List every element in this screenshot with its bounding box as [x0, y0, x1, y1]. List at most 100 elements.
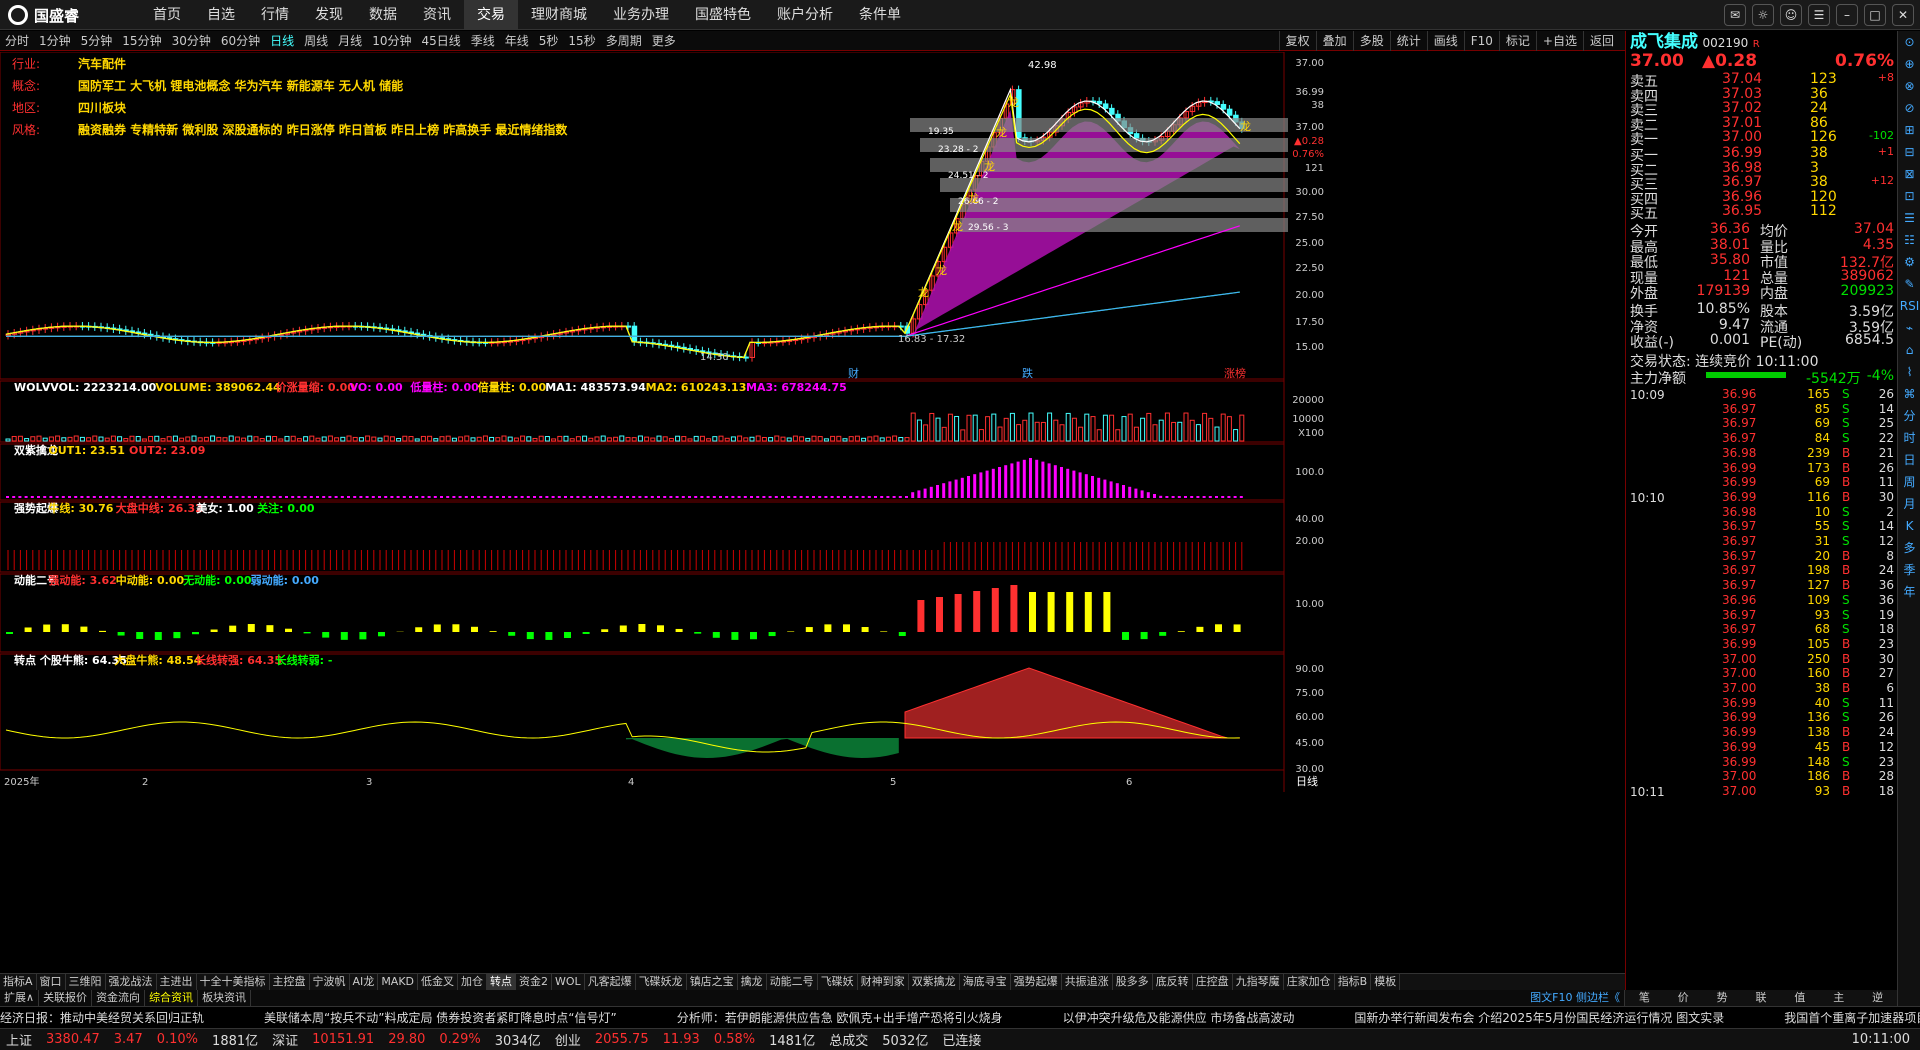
close-icon[interactable]: ✕ — [1892, 4, 1914, 26]
side-tab-16[interactable]: ⌘ — [1898, 383, 1920, 405]
indicator-tab-1[interactable]: 窗口 — [37, 974, 66, 990]
quote-tab-5[interactable]: 主 — [1819, 990, 1858, 1006]
side-tab-18[interactable]: 时 — [1898, 427, 1920, 449]
indicator-tab-19[interactable]: 动能二号 — [767, 974, 818, 990]
side-tab-3[interactable]: ⊘ — [1898, 97, 1920, 119]
indicator-tab-17[interactable]: 镇店之宝 — [687, 974, 738, 990]
side-tab-21[interactable]: 月 — [1898, 493, 1920, 515]
indicator-tab-26[interactable]: 股多多 — [1113, 974, 1153, 990]
minimize-icon[interactable]: – — [1836, 4, 1858, 26]
period-3[interactable]: 15分钟 — [117, 32, 166, 49]
side-tab-2[interactable]: ⊗ — [1898, 75, 1920, 97]
indicator-tab-0[interactable]: 指标A — [0, 974, 37, 990]
menu-6[interactable]: 交易 — [464, 0, 518, 30]
indicator-tab-3[interactable]: 强龙战法 — [106, 974, 157, 990]
side-tab-12[interactable]: RSI — [1898, 295, 1920, 317]
indicator-tab-25[interactable]: 共振追涨 — [1062, 974, 1113, 990]
indicator-tab-16[interactable]: 飞碟妖龙 — [636, 974, 687, 990]
indicator-tab-5[interactable]: 十全十美指标 — [197, 974, 270, 990]
menu-0[interactable]: 首页 — [140, 0, 194, 30]
indicator-tab-20[interactable]: 飞碟妖 — [818, 974, 858, 990]
period-10[interactable]: 45日线 — [416, 32, 465, 49]
period-0[interactable]: 分时 — [0, 32, 34, 49]
indicator-tab-6[interactable]: 主控盘 — [270, 974, 310, 990]
app-logo[interactable]: 国盛睿 — [8, 4, 79, 26]
indicator-tab-15[interactable]: 凡客起爆 — [585, 974, 636, 990]
side-tab-7[interactable]: ⊡ — [1898, 185, 1920, 207]
period-1[interactable]: 1分钟 — [34, 32, 76, 49]
menu-8[interactable]: 业务办理 — [600, 0, 682, 30]
period-7[interactable]: 周线 — [299, 32, 333, 49]
message-icon[interactable]: ✉ — [1724, 4, 1746, 26]
quote-tab-1[interactable]: 价 — [1664, 990, 1703, 1006]
indicator-tab-21[interactable]: 财神到家 — [858, 974, 909, 990]
user-icon[interactable]: ☺ — [1780, 4, 1802, 26]
side-tab-15[interactable]: ⌇ — [1898, 361, 1920, 383]
menu-4[interactable]: 数据 — [356, 0, 410, 30]
news-item-0[interactable]: 经济日报：推动中美经贸关系回归正轨 — [0, 1007, 204, 1028]
quote-tab-6[interactable]: 逆 — [1858, 990, 1897, 1006]
indicator-tab-2[interactable]: 三维阳 — [66, 974, 106, 990]
side-tab-22[interactable]: K — [1898, 515, 1920, 537]
quote-tab-2[interactable]: 势 — [1703, 990, 1742, 1006]
indicator-tab-12[interactable]: 转点 — [487, 974, 517, 990]
period-15[interactable]: 多周期 — [601, 32, 647, 49]
period-8[interactable]: 月线 — [333, 32, 367, 49]
menu-9[interactable]: 国盛特色 — [682, 0, 764, 30]
side-tab-19[interactable]: 日 — [1898, 449, 1920, 471]
quote-tab-0[interactable]: 笔 — [1625, 990, 1664, 1006]
indicator-tab-14[interactable]: WOL — [552, 974, 585, 990]
side-tab-25[interactable]: 年 — [1898, 581, 1920, 603]
indicator-tab-10[interactable]: 低金叉 — [418, 974, 459, 990]
chart-tool-8[interactable]: 返回 — [1582, 31, 1620, 51]
indicator-tab-9[interactable]: MAKD — [378, 974, 419, 990]
menu-icon[interactable]: ☰ — [1808, 4, 1830, 26]
indicator-tab-29[interactable]: 九指琴魔 — [1233, 974, 1284, 990]
indicator-tab-18[interactable]: 擒龙 — [738, 974, 767, 990]
menu-2[interactable]: 行情 — [248, 0, 302, 30]
period-5[interactable]: 60分钟 — [216, 32, 265, 49]
menu-11[interactable]: 条件单 — [846, 0, 914, 30]
indicator-tab-27[interactable]: 底反转 — [1153, 974, 1193, 990]
period-12[interactable]: 年线 — [500, 32, 534, 49]
chart-tool-1[interactable]: 叠加 — [1315, 31, 1353, 51]
period-13[interactable]: 5秒 — [534, 32, 564, 49]
indicator-tab-7[interactable]: 宁波帆 — [310, 974, 350, 990]
side-tab-6[interactable]: ⊠ — [1898, 163, 1920, 185]
indicator-tab-4[interactable]: 主进出 — [157, 974, 197, 990]
indicator-tab-30[interactable]: 庄家加仓 — [1284, 974, 1335, 990]
side-tab-10[interactable]: ⚙ — [1898, 251, 1920, 273]
chart-tool-0[interactable]: 复权 — [1278, 31, 1316, 51]
side-tab-23[interactable]: 多 — [1898, 537, 1920, 559]
maximize-icon[interactable]: □ — [1864, 4, 1886, 26]
period-16[interactable]: 更多 — [647, 32, 681, 49]
news-item-2[interactable]: 分析师：若伊朗能源供应告急 欧佩克+出手增产恐将引火烧身 — [677, 1007, 1003, 1028]
indicator-tab-8[interactable]: AI龙 — [350, 974, 379, 990]
chart-tool-7[interactable]: +自选 — [1535, 31, 1583, 51]
menu-5[interactable]: 资讯 — [410, 0, 464, 30]
period-11[interactable]: 季线 — [466, 32, 500, 49]
news-item-5[interactable]: 我国首个重离子加速器项目投运 — [1784, 1007, 1920, 1028]
side-tab-5[interactable]: ⊟ — [1898, 141, 1920, 163]
skin-icon[interactable]: ☼ — [1752, 4, 1774, 26]
period-4[interactable]: 30分钟 — [167, 32, 216, 49]
chart-tool-6[interactable]: 标记 — [1498, 31, 1536, 51]
side-tab-14[interactable]: ⌂ — [1898, 339, 1920, 361]
news-item-1[interactable]: 美联储本周“按兵不动”料成定局 债券投资者紧盯降息时点“信号灯” — [264, 1007, 617, 1028]
quote-tab-3[interactable]: 联 — [1742, 990, 1781, 1006]
indicator-tab-28[interactable]: 庄控盘 — [1193, 974, 1233, 990]
info-tab-2[interactable]: 资金流向 — [92, 990, 146, 1006]
indicator-tab-23[interactable]: 海底寻宝 — [960, 974, 1011, 990]
period-6[interactable]: 日线 — [265, 32, 299, 49]
period-9[interactable]: 10分钟 — [367, 32, 416, 49]
menu-10[interactable]: 账户分析 — [764, 0, 846, 30]
side-tab-13[interactable]: ⌁ — [1898, 317, 1920, 339]
chart-tool-3[interactable]: 统计 — [1389, 31, 1427, 51]
info-tab-1[interactable]: 关联报价 — [39, 990, 93, 1006]
menu-7[interactable]: 理财商城 — [518, 0, 600, 30]
indicator-tab-13[interactable]: 资金2 — [516, 974, 553, 990]
news-item-4[interactable]: 国新办举行新闻发布会 介绍2025年5月份国民经济运行情况 图文实录 — [1354, 1007, 1724, 1028]
side-tab-17[interactable]: 分 — [1898, 405, 1920, 427]
info-tab-4[interactable]: 板块资讯 — [198, 990, 252, 1006]
menu-3[interactable]: 发现 — [302, 0, 356, 30]
